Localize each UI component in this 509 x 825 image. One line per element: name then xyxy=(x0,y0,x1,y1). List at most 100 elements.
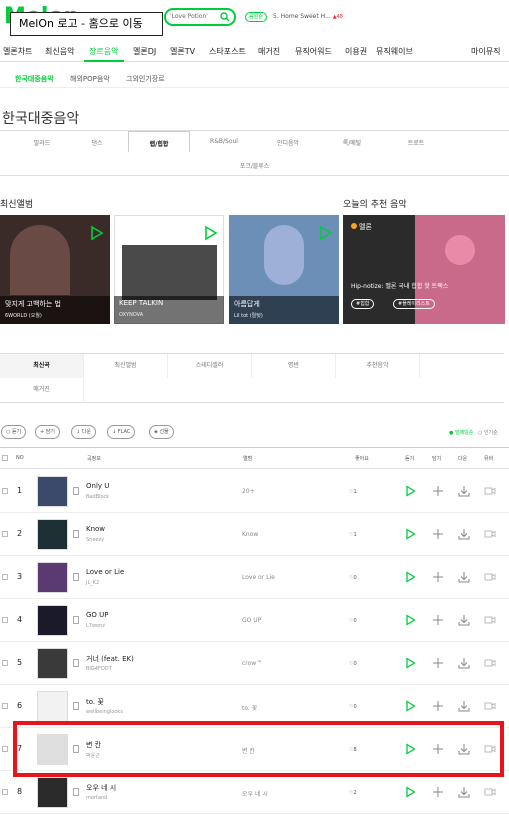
song-artist[interactable]: JL_K2 xyxy=(86,580,99,586)
song-artist[interactable]: Sneezy xyxy=(86,537,104,543)
add-to-playlist-icon[interactable] xyxy=(432,571,444,583)
table-row[interactable]: 1 Only U BadBlock 20+ ♡1 xyxy=(0,470,509,513)
table-row[interactable]: 2 Know Sneezy Know ♡1 xyxy=(0,513,509,556)
song-title[interactable]: 변 칸 xyxy=(86,740,101,750)
play-icon[interactable] xyxy=(404,528,416,540)
like-button[interactable]: ♡0 xyxy=(349,661,357,667)
nav-my-music[interactable]: 마이뮤직 xyxy=(471,46,500,57)
like-button[interactable]: ♡2 xyxy=(349,790,357,796)
song-artist[interactable]: BIG4FOOT xyxy=(86,666,112,672)
song-info-icon[interactable] xyxy=(73,616,79,624)
song-album[interactable]: GO UP xyxy=(242,617,261,624)
download-icon[interactable] xyxy=(458,657,470,669)
song-info-icon[interactable] xyxy=(73,487,79,495)
reco-card[interactable]: 멜론 Hip-notize: 멜론 국내 힙합 핫 트랙스 #힙합 #플레이리스… xyxy=(343,215,505,324)
download-icon[interactable] xyxy=(458,743,470,755)
play-icon[interactable] xyxy=(404,700,416,712)
song-album[interactable]: Know xyxy=(242,531,258,538)
song-title[interactable]: Know xyxy=(86,525,105,533)
subnav-other-genres[interactable]: 그외인기장르 xyxy=(126,74,165,84)
album-thumbnail[interactable] xyxy=(37,605,68,636)
table-row[interactable]: 3 Love or Lie JL_K2 Love or Lie ♡0 xyxy=(0,556,509,599)
subnav-foreign-pop[interactable]: 해외POP음악 xyxy=(70,74,110,84)
like-button[interactable]: ♡8 xyxy=(349,747,357,753)
like-button[interactable]: ♡1 xyxy=(349,489,357,495)
tab-recommended[interactable]: 추천음악 xyxy=(336,354,420,378)
nav-melon-dj[interactable]: 멜론DJ xyxy=(133,46,156,57)
song-album[interactable]: crow™ xyxy=(242,660,262,667)
mv-icon[interactable] xyxy=(484,657,496,669)
tab-magazine[interactable]: 매거진 xyxy=(0,378,84,402)
play-icon[interactable] xyxy=(202,225,218,241)
song-info-icon[interactable] xyxy=(73,659,79,667)
tab-steady-seller[interactable]: 스테디셀러 xyxy=(168,354,252,378)
add-to-playlist-icon[interactable] xyxy=(432,485,444,497)
album-thumbnail[interactable] xyxy=(37,691,68,722)
nav-genre-music[interactable]: 장르음악 xyxy=(89,46,118,57)
nav-star-post[interactable]: 스타포스트 xyxy=(209,46,246,57)
genre-trot[interactable]: 트로트 xyxy=(374,138,458,147)
row-checkbox[interactable] xyxy=(2,617,8,623)
row-checkbox[interactable] xyxy=(2,789,8,795)
add-button[interactable]: + 담기 xyxy=(35,425,60,439)
song-info-icon[interactable] xyxy=(73,788,79,796)
reco-tag-playlist[interactable]: #플레이리스트 xyxy=(393,299,435,309)
row-checkbox[interactable] xyxy=(2,660,8,666)
play-icon[interactable] xyxy=(404,614,416,626)
song-album[interactable]: to. 꽃 xyxy=(242,703,257,712)
add-to-playlist-icon[interactable] xyxy=(432,657,444,669)
album-thumbnail[interactable] xyxy=(37,562,68,593)
song-title[interactable]: Only U xyxy=(86,482,109,490)
download-icon[interactable] xyxy=(458,700,470,712)
rank-chip[interactable]: 음원순 xyxy=(245,12,267,22)
sort-popular[interactable]: ○ 인기순 xyxy=(478,429,498,436)
song-title[interactable]: to. 꽃 xyxy=(86,697,104,707)
search-box[interactable]: 'Love Potion' xyxy=(164,8,236,26)
download-icon[interactable] xyxy=(458,614,470,626)
tab-masterpiece[interactable]: 명반 xyxy=(252,354,336,378)
download-icon[interactable] xyxy=(458,485,470,497)
download-button[interactable]: ↓ 다운 xyxy=(71,425,96,439)
album-card[interactable]: 맞지게 고백하는 법 6WORLD (오월) xyxy=(0,215,110,324)
download-icon[interactable] xyxy=(458,786,470,798)
play-icon[interactable] xyxy=(404,786,416,798)
download-icon[interactable] xyxy=(458,528,470,540)
row-checkbox[interactable] xyxy=(2,746,8,752)
song-album[interactable]: 오우 네 시 xyxy=(242,789,268,798)
reco-tag-hiphop[interactable]: #힙합 xyxy=(351,299,375,309)
song-artist[interactable]: 박윤근 xyxy=(86,752,100,759)
add-to-playlist-icon[interactable] xyxy=(432,700,444,712)
sort-release[interactable]: ● 발매일순 xyxy=(449,429,473,436)
song-album[interactable]: 변 칸 xyxy=(242,746,255,755)
now-playing[interactable]: 5. Home Sweet H... ▲48 xyxy=(273,13,343,20)
table-row[interactable]: 6 to. 꽃 wellbeinglooks to. 꽃 ♡0 xyxy=(0,685,509,728)
song-artist[interactable]: L7wonz xyxy=(86,623,105,629)
nav-latest-music[interactable]: 최신음악 xyxy=(45,46,74,57)
table-row[interactable]: 4 GO UP L7wonz GO UP ♡0 xyxy=(0,599,509,642)
nav-melon-chart[interactable]: 멜론차트 xyxy=(3,46,32,57)
table-row[interactable]: 7 변 칸 박윤근 변 칸 ♡8 xyxy=(0,728,509,771)
album-thumbnail[interactable] xyxy=(37,476,68,507)
song-info-icon[interactable] xyxy=(73,702,79,710)
tab-latest-songs[interactable]: 최신곡 xyxy=(0,354,84,378)
subnav-korean-pop[interactable]: 한국대중음악 xyxy=(15,74,54,84)
album-thumbnail[interactable] xyxy=(37,648,68,679)
song-title[interactable]: Love or Lie xyxy=(86,568,124,576)
song-artist[interactable]: wellbeinglooks xyxy=(86,709,123,715)
song-artist[interactable]: BadBlock xyxy=(86,494,109,500)
mv-icon[interactable] xyxy=(484,786,496,798)
row-checkbox[interactable] xyxy=(2,703,8,709)
song-title[interactable]: 오우 네 시 xyxy=(86,783,116,793)
add-to-playlist-icon[interactable] xyxy=(432,528,444,540)
genre-dance[interactable]: 댄스 xyxy=(55,138,139,147)
row-checkbox[interactable] xyxy=(2,488,8,494)
select-all-checkbox[interactable] xyxy=(2,455,8,461)
album-thumbnail[interactable] xyxy=(37,777,68,808)
song-album[interactable]: 20+ xyxy=(242,488,255,495)
song-info-icon[interactable] xyxy=(73,745,79,753)
search-input[interactable]: 'Love Potion' xyxy=(170,13,220,20)
song-info-icon[interactable] xyxy=(73,530,79,538)
mv-icon[interactable] xyxy=(484,485,496,497)
song-title[interactable]: GO UP xyxy=(86,611,109,619)
like-button[interactable]: ♡0 xyxy=(349,704,357,710)
